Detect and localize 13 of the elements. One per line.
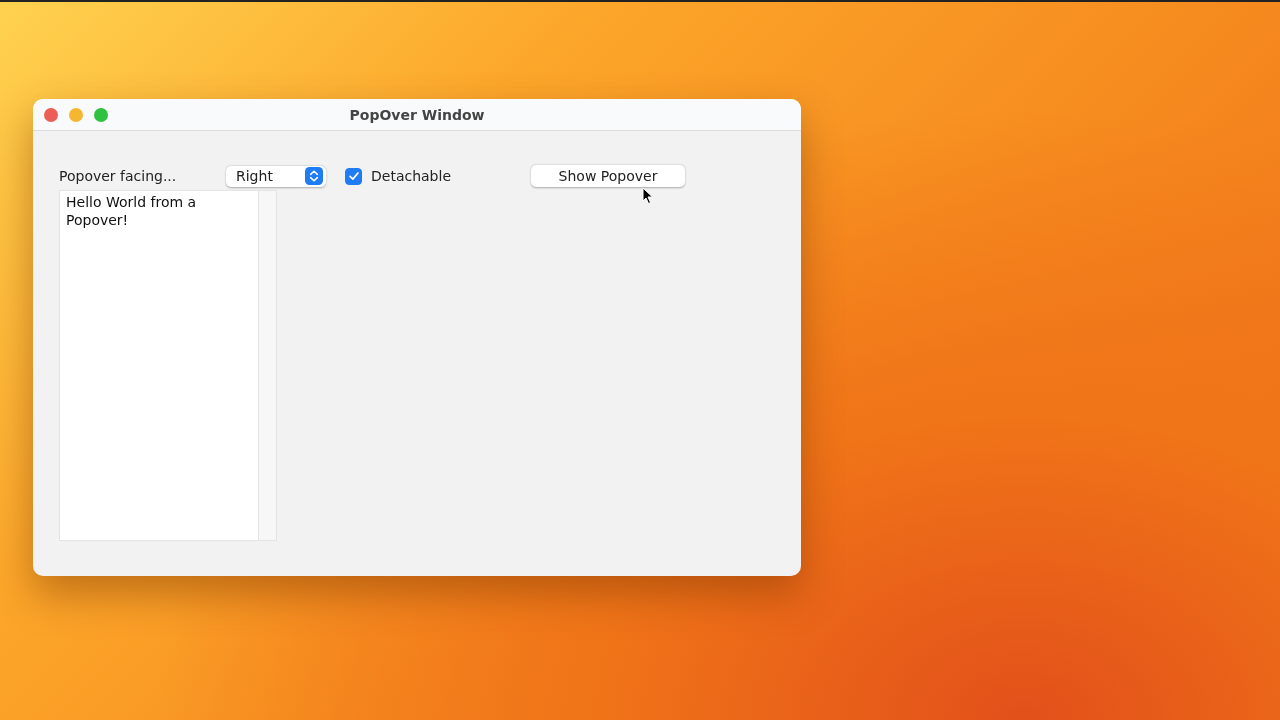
show-popover-button[interactable]: Show Popover [531, 165, 685, 187]
window-title: PopOver Window [349, 106, 485, 123]
minimize-button[interactable] [69, 107, 83, 122]
facing-label: Popover facing... [59, 168, 178, 184]
facing-popup[interactable]: Right [226, 165, 326, 187]
scroll-bar[interactable] [259, 191, 276, 540]
detachable-checkbox[interactable] [345, 167, 362, 185]
checkmark-icon [346, 169, 361, 183]
mouse-pointer-icon [642, 187, 654, 205]
detachable-label: Detachable [371, 168, 451, 184]
zoom-button[interactable] [94, 107, 108, 122]
close-button[interactable] [44, 107, 58, 122]
stepper-icon [304, 167, 324, 185]
